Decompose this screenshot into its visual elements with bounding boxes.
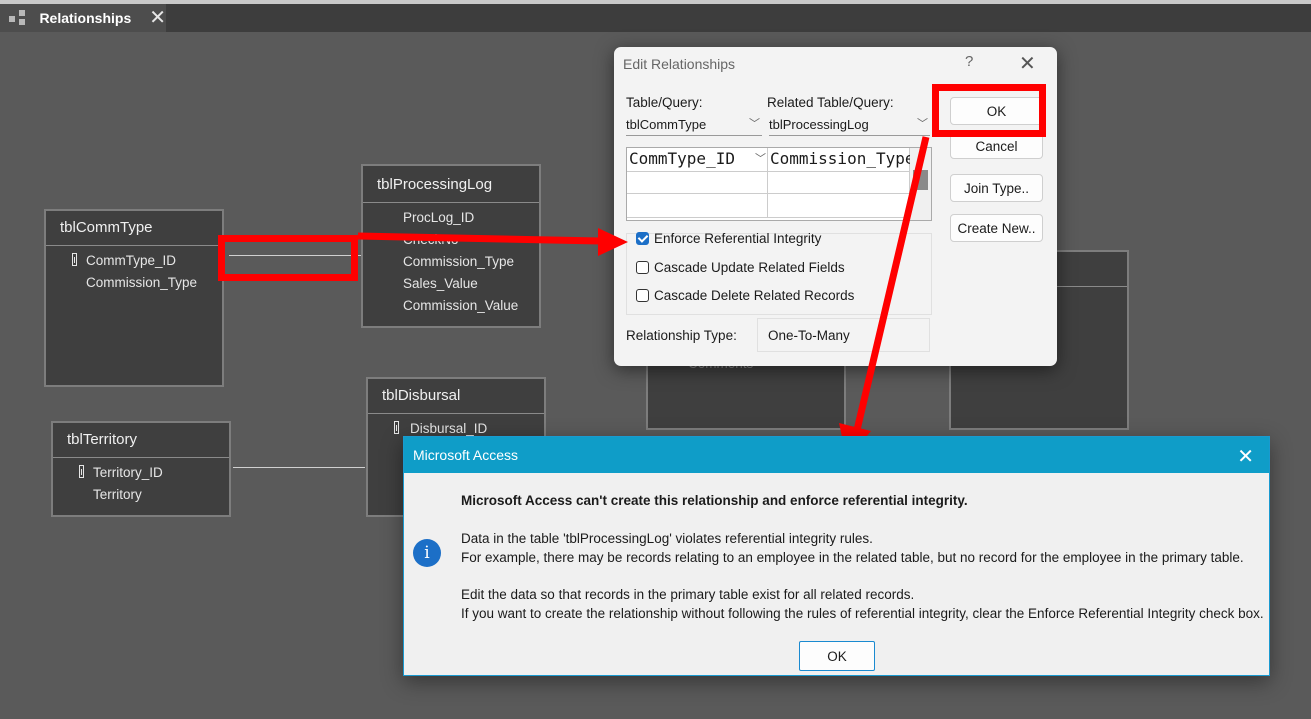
- red-arrow-line: [357, 232, 601, 245]
- message-title: Microsoft Access: [413, 447, 519, 463]
- message-line: If you want to create the relationship w…: [461, 606, 1264, 621]
- message-line: For example, there may be records relati…: [461, 550, 1244, 565]
- message-titlebar: Microsoft Access ✕: [404, 437, 1269, 473]
- message-heading: Microsoft Access can't create this relat…: [461, 493, 968, 508]
- close-icon[interactable]: ✕: [1237, 444, 1254, 469]
- ok-button[interactable]: OK: [799, 641, 875, 671]
- info-icon: i: [413, 539, 441, 567]
- red-arrow-line: [853, 136, 930, 431]
- message-dialog: Microsoft Access ✕ Microsoft Access can'…: [403, 436, 1270, 676]
- red-arrow-head: [598, 228, 628, 256]
- message-line: Data in the table 'tblProcessingLog' vio…: [461, 531, 873, 546]
- message-footer: OK: [404, 641, 1269, 675]
- message-line: Edit the data so that records in the pri…: [461, 587, 915, 602]
- message-body: Microsoft Access can't create this relat…: [404, 473, 1269, 641]
